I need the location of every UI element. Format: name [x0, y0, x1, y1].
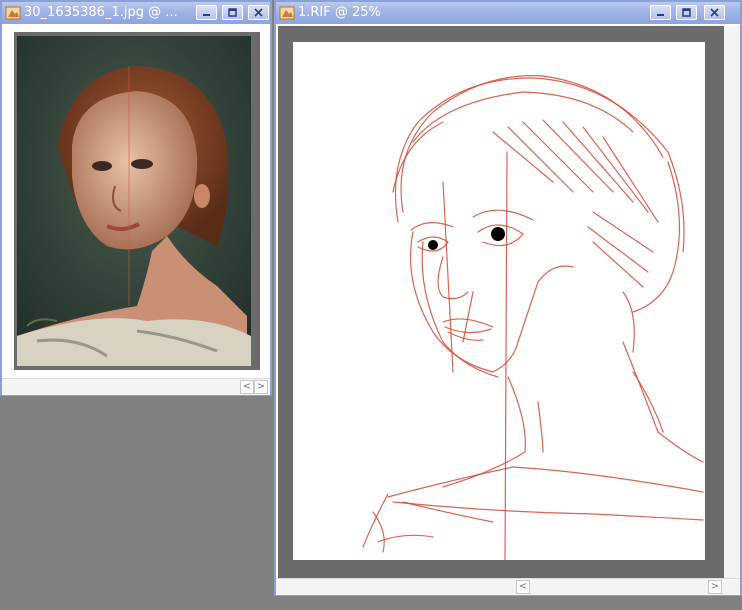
sketch-canvas[interactable]: [293, 42, 705, 560]
scroll-left-arrow-icon[interactable]: <: [516, 580, 530, 594]
scroll-right-arrow-icon[interactable]: >: [708, 580, 722, 594]
scroll-left-arrow-icon[interactable]: <: [240, 380, 254, 394]
reference-window-titlebar[interactable]: 30_1635386_1.jpg @ ...: [2, 2, 270, 24]
reference-maximize-button[interactable]: [222, 5, 243, 20]
reference-horizontal-scrollbar[interactable]: < >: [2, 378, 270, 395]
canvas-window-titlebar[interactable]: 1.RIF @ 25%: [276, 2, 740, 24]
reference-close-button[interactable]: [248, 5, 269, 20]
portrait-reference-image: [17, 36, 251, 366]
close-icon: [254, 8, 263, 17]
canvas-close-button[interactable]: [704, 5, 725, 20]
canvas-minimize-button[interactable]: [650, 5, 671, 20]
maximize-icon: [228, 8, 237, 17]
painter-app-icon: [5, 6, 21, 20]
minimize-icon: [203, 14, 210, 16]
reference-window-title: 30_1635386_1.jpg @ ...: [24, 5, 178, 20]
minimize-icon: [657, 14, 664, 16]
painter-app-icon: [279, 6, 295, 20]
canvas-maximize-button[interactable]: [676, 5, 697, 20]
maximize-icon: [682, 8, 691, 17]
reference-image-area: [14, 32, 260, 370]
reference-minimize-button[interactable]: [196, 5, 217, 20]
scroll-right-arrow-icon[interactable]: >: [254, 380, 268, 394]
canvas-document-window[interactable]: 1.RIF @ 25% < >: [274, 0, 742, 596]
canvas-vertical-scrollbar[interactable]: [724, 26, 740, 578]
canvas-horizontal-scrollbar[interactable]: < >: [276, 578, 740, 595]
canvas-gutter: [278, 26, 724, 578]
canvas-window-title: 1.RIF @ 25%: [298, 5, 381, 20]
reference-image-window[interactable]: 30_1635386_1.jpg @ ... < >: [0, 0, 272, 396]
close-icon: [710, 8, 719, 17]
